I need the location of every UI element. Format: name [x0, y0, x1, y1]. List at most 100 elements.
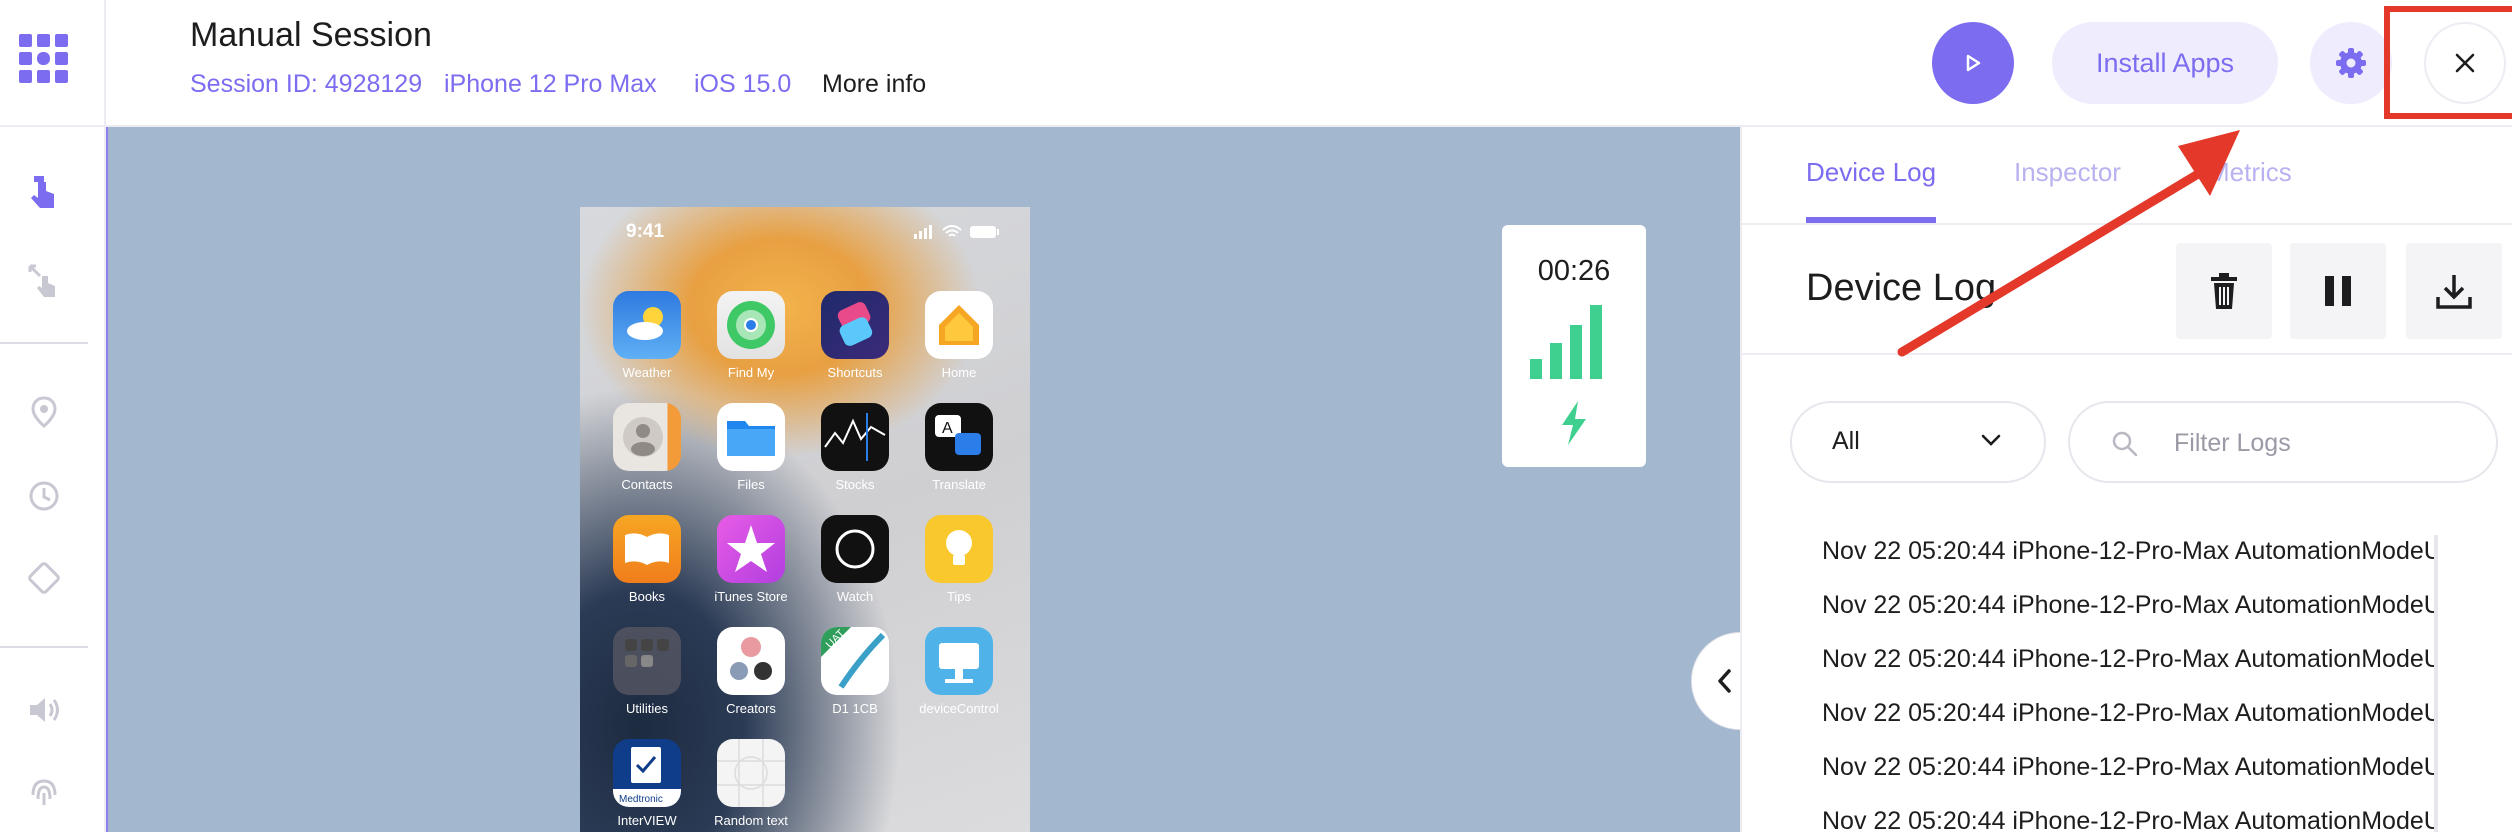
log-level-select[interactable]: All	[1790, 401, 2046, 483]
app-label: iTunes Store	[714, 589, 788, 604]
play-button[interactable]	[1932, 22, 2014, 104]
translate-icon: A	[925, 403, 993, 471]
app-label: deviceControl	[919, 701, 999, 716]
app-interview[interactable]: Medtronic InterVIEW	[602, 739, 692, 828]
rail-divider	[0, 125, 106, 127]
log-line: Nov 22 05:20:44 iPhone-12-Pro-Max Automa…	[1822, 645, 2434, 673]
status-icons	[914, 225, 1000, 239]
app-tips[interactable]: Tips	[914, 515, 1004, 604]
log-line: Nov 22 05:20:44 iPhone-12-Pro-Max Automa…	[1822, 699, 2434, 727]
install-apps-button[interactable]: Install Apps	[2052, 22, 2278, 104]
left-rail	[0, 0, 106, 832]
location-icon[interactable]	[20, 388, 68, 436]
more-info-link[interactable]: More info	[822, 70, 926, 99]
app-watch[interactable]: Watch	[810, 515, 900, 604]
app-label: Find My	[727, 365, 775, 380]
device-screen[interactable]: 9:41 Weather Find My Shortcuts Home Cont…	[580, 207, 1030, 832]
app-itunes[interactable]: iTunes Store	[706, 515, 796, 604]
tap-gesture-icon[interactable]	[20, 168, 68, 216]
filter-logs-input[interactable]	[2174, 423, 2474, 463]
app-label: Files	[737, 477, 765, 492]
app-stocks[interactable]: Stocks	[810, 403, 900, 492]
rotate-icon[interactable]	[20, 554, 68, 602]
volume-icon[interactable]	[20, 686, 68, 734]
device-log-heading: Device Log	[1806, 267, 1997, 309]
log-line: Nov 22 05:20:44 iPhone-12-Pro-Max Automa…	[1822, 807, 2434, 832]
log-list[interactable]: Nov 22 05:20:44 iPhone-12-Pro-Max Automa…	[1742, 527, 2434, 832]
app-label: Shortcuts	[827, 365, 883, 380]
signal-strength-icon	[1530, 305, 1602, 379]
tab-device-log[interactable]: Device Log	[1806, 157, 1936, 188]
settings-button[interactable]	[2310, 22, 2392, 104]
os-version: iOS 15.0	[694, 70, 792, 98]
app-label: Watch	[836, 589, 874, 604]
app-label: InterVIEW	[617, 813, 677, 828]
tips-icon	[925, 515, 993, 583]
tab-divider	[1742, 223, 2512, 225]
watch-icon	[821, 515, 889, 583]
app-device-control[interactable]: deviceControl	[914, 627, 1004, 716]
status-time: 9:41	[626, 221, 665, 242]
app-label: Random text	[714, 813, 788, 828]
app-creators[interactable]: Creators	[706, 627, 796, 716]
download-log-button[interactable]	[2406, 243, 2502, 339]
filter-logs-field[interactable]	[2068, 401, 2498, 483]
close-icon	[2455, 53, 2475, 73]
itunes-icon	[717, 515, 785, 583]
app-books[interactable]: Books	[602, 515, 692, 604]
pause-icon	[2325, 276, 2351, 306]
device-stage: 9:41 Weather Find My Shortcuts Home Cont…	[106, 127, 1788, 832]
home-icon	[925, 291, 993, 359]
chevron-down-icon	[1981, 434, 2001, 446]
app-contacts[interactable]: Contacts	[602, 403, 692, 492]
clock-icon[interactable]	[20, 472, 68, 520]
toolbar-divider	[1742, 353, 2512, 355]
app-shortcuts[interactable]: Shortcuts	[810, 291, 900, 380]
app-home[interactable]: Home	[914, 291, 1004, 380]
app-label: Books	[628, 589, 666, 604]
log-scrollbar[interactable]	[2434, 535, 2438, 832]
rail-separator	[0, 646, 88, 648]
clear-log-button[interactable]	[2176, 243, 2272, 339]
tab-metrics[interactable]: Metrics	[2208, 157, 2292, 188]
gear-icon	[2336, 48, 2366, 78]
session-id: Session ID: 4928129	[190, 70, 423, 98]
log-level-value: All	[1832, 427, 1860, 455]
charging-bolt-icon	[1562, 401, 1586, 445]
search-icon	[2112, 431, 2138, 457]
app-weather[interactable]: Weather	[602, 291, 692, 380]
app-translate[interactable]: A Translate	[914, 403, 1004, 492]
battery-icon	[970, 226, 999, 238]
app-label: Home	[941, 365, 977, 380]
timer-value: 00:26	[1537, 255, 1611, 287]
right-panel: Device Log Inspector Metrics Device Log …	[1740, 127, 2512, 832]
fingerprint-icon[interactable]	[20, 768, 68, 816]
play-icon	[1966, 54, 1981, 72]
files-icon	[717, 403, 785, 471]
app-label: D1 1CB	[832, 701, 878, 716]
log-line: Nov 22 05:20:44 iPhone-12-Pro-Max Automa…	[1822, 537, 2434, 565]
app-files[interactable]: Files	[706, 403, 796, 492]
wifi-icon	[942, 225, 962, 237]
app-logo-icon[interactable]	[19, 34, 69, 84]
tab-inspector[interactable]: Inspector	[2014, 157, 2121, 188]
app-random-text[interactable]: Random text	[706, 739, 796, 828]
close-button[interactable]	[2424, 22, 2506, 104]
app-d1[interactable]: UAT D1 1CB	[810, 627, 900, 716]
utilities-icon	[613, 627, 681, 695]
app-label: Creators	[726, 701, 776, 716]
app-find-my[interactable]: Find My	[706, 291, 796, 380]
session-title: Manual Session	[190, 16, 432, 54]
log-line: Nov 22 05:20:44 iPhone-12-Pro-Max Automa…	[1822, 591, 2434, 619]
pause-log-button[interactable]	[2290, 243, 2386, 339]
stocks-icon	[821, 403, 889, 471]
svg-text:A: A	[942, 420, 953, 437]
log-line: Nov 22 05:20:44 iPhone-12-Pro-Max Automa…	[1822, 753, 2434, 781]
app-label: Translate	[932, 477, 986, 492]
swipe-gesture-icon[interactable]	[20, 256, 68, 304]
weather-icon	[613, 291, 681, 359]
device-control-icon	[925, 627, 993, 695]
app-utilities[interactable]: Utilities	[602, 627, 692, 716]
interview-icon: Medtronic	[613, 739, 681, 807]
creators-icon	[717, 627, 785, 695]
